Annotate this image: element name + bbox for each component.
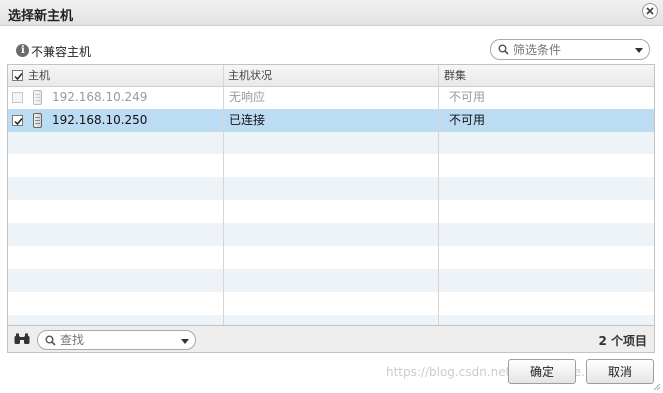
empty-row <box>8 177 654 200</box>
find-input[interactable] <box>60 333 170 347</box>
host-table: 主机 主机状况 群集 192.168.10.249 无响应 不可用 192.16… <box>7 64 655 326</box>
table-header: 主机 主机状况 群集 <box>8 65 654 87</box>
chevron-down-icon[interactable] <box>635 48 643 53</box>
select-all-checkbox[interactable] <box>12 70 23 81</box>
host-icon <box>33 113 42 128</box>
host-status: 已连接 <box>229 113 266 127</box>
host-name: 192.168.10.249 <box>52 90 148 104</box>
empty-row <box>8 131 654 154</box>
column-header-cluster[interactable]: 群集 <box>444 65 466 86</box>
close-button[interactable] <box>642 3 658 19</box>
row-checkbox[interactable] <box>12 115 23 126</box>
search-icon <box>45 335 56 346</box>
chevron-down-icon[interactable] <box>181 339 189 344</box>
checkmark-icon <box>14 73 23 81</box>
item-count: 2 个项目 <box>598 334 647 348</box>
dialog-title: 选择新主机 <box>8 9 74 24</box>
host-icon <box>33 90 42 105</box>
close-icon <box>646 7 654 15</box>
dialog-titlebar: 选择新主机 <box>0 0 663 26</box>
host-name: 192.168.10.250 <box>52 113 148 127</box>
table-footer: 2 个项目 <box>7 326 655 353</box>
host-cluster: 不可用 <box>449 113 486 127</box>
cancel-button[interactable]: 取消 <box>586 359 654 384</box>
table-row-selected[interactable]: 192.168.10.250 已连接 不可用 <box>8 109 654 132</box>
filter-input[interactable] <box>513 42 625 57</box>
info-icon: i <box>16 44 29 57</box>
binoculars-icon[interactable] <box>14 333 30 345</box>
empty-row <box>8 223 654 246</box>
search-icon <box>498 44 509 55</box>
empty-row <box>8 315 654 325</box>
host-cluster: 不可用 <box>449 90 486 104</box>
watermark: https://blog.csdn.net/... software... in… <box>386 365 615 379</box>
row-checkbox <box>12 92 23 103</box>
select-host-dialog: 选择新主机 i 不兼容主机 主机 主机状况 群集 <box>0 0 663 393</box>
column-divider[interactable] <box>223 65 224 325</box>
table-row[interactable]: 192.168.10.249 无响应 不可用 <box>8 86 654 109</box>
column-divider[interactable] <box>438 65 439 325</box>
filter-dropdown[interactable] <box>490 39 650 60</box>
incompatible-hosts-link[interactable]: 不兼容主机 <box>31 43 91 60</box>
host-status: 无响应 <box>229 90 266 104</box>
column-header-status[interactable]: 主机状况 <box>228 65 272 86</box>
checkmark-icon <box>14 118 23 126</box>
empty-row <box>8 269 654 292</box>
resize-grip-icon[interactable] <box>653 383 661 391</box>
ok-button[interactable]: 确定 <box>508 359 576 384</box>
column-header-host[interactable]: 主机 <box>28 65 50 86</box>
find-dropdown[interactable] <box>37 330 196 350</box>
